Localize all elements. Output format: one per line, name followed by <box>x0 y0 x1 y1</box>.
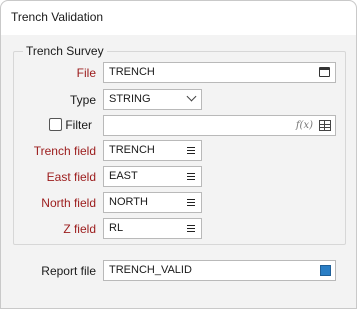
trench-field-value: TRENCH <box>109 144 155 156</box>
type-select[interactable]: STRING <box>103 89 202 110</box>
north-field-input[interactable]: NORTH <box>103 192 202 213</box>
report-file-label: Report file <box>41 264 96 278</box>
z-field-input[interactable]: RL <box>103 218 202 239</box>
group-title: Trench Survey <box>23 44 107 58</box>
filter-input[interactable]: f(x) <box>103 115 336 136</box>
z-field-value: RL <box>109 222 124 234</box>
title-bar: Trench Validation <box>1 1 356 35</box>
file-value: TRENCH <box>109 66 155 78</box>
east-field-input[interactable]: EAST <box>103 166 202 187</box>
table-grid-icon[interactable] <box>319 120 331 131</box>
report-file-input[interactable]: TRENCH_VALID <box>103 260 336 281</box>
list-icon[interactable] <box>187 173 195 180</box>
north-field-value: NORTH <box>109 196 148 208</box>
list-icon[interactable] <box>187 147 195 154</box>
file-input[interactable]: TRENCH <box>103 62 336 83</box>
east-field-value: EAST <box>109 170 138 182</box>
east-field-label: East field <box>46 170 96 184</box>
filter-label: Filter <box>65 118 92 132</box>
report-file-value: TRENCH_VALID <box>109 264 192 276</box>
type-label: Type <box>69 93 96 107</box>
window-title: Trench Validation <box>11 10 104 24</box>
list-icon[interactable] <box>187 225 195 232</box>
calendar-browse-icon[interactable] <box>319 67 330 77</box>
z-field-label: Z field <box>63 222 96 236</box>
blue-square-icon[interactable] <box>320 265 331 276</box>
chevron-down-icon[interactable] <box>186 91 197 102</box>
file-label: File <box>76 66 96 80</box>
dialog-window: Trench Validation Trench Survey File TRE… <box>0 0 357 309</box>
type-value: STRING <box>109 93 151 105</box>
trench-field-label: Trench field <box>33 144 96 158</box>
list-icon[interactable] <box>187 199 195 206</box>
trench-field-input[interactable]: TRENCH <box>103 140 202 161</box>
north-field-label: North field <box>41 196 96 210</box>
fx-icon[interactable]: f(x) <box>296 116 313 135</box>
